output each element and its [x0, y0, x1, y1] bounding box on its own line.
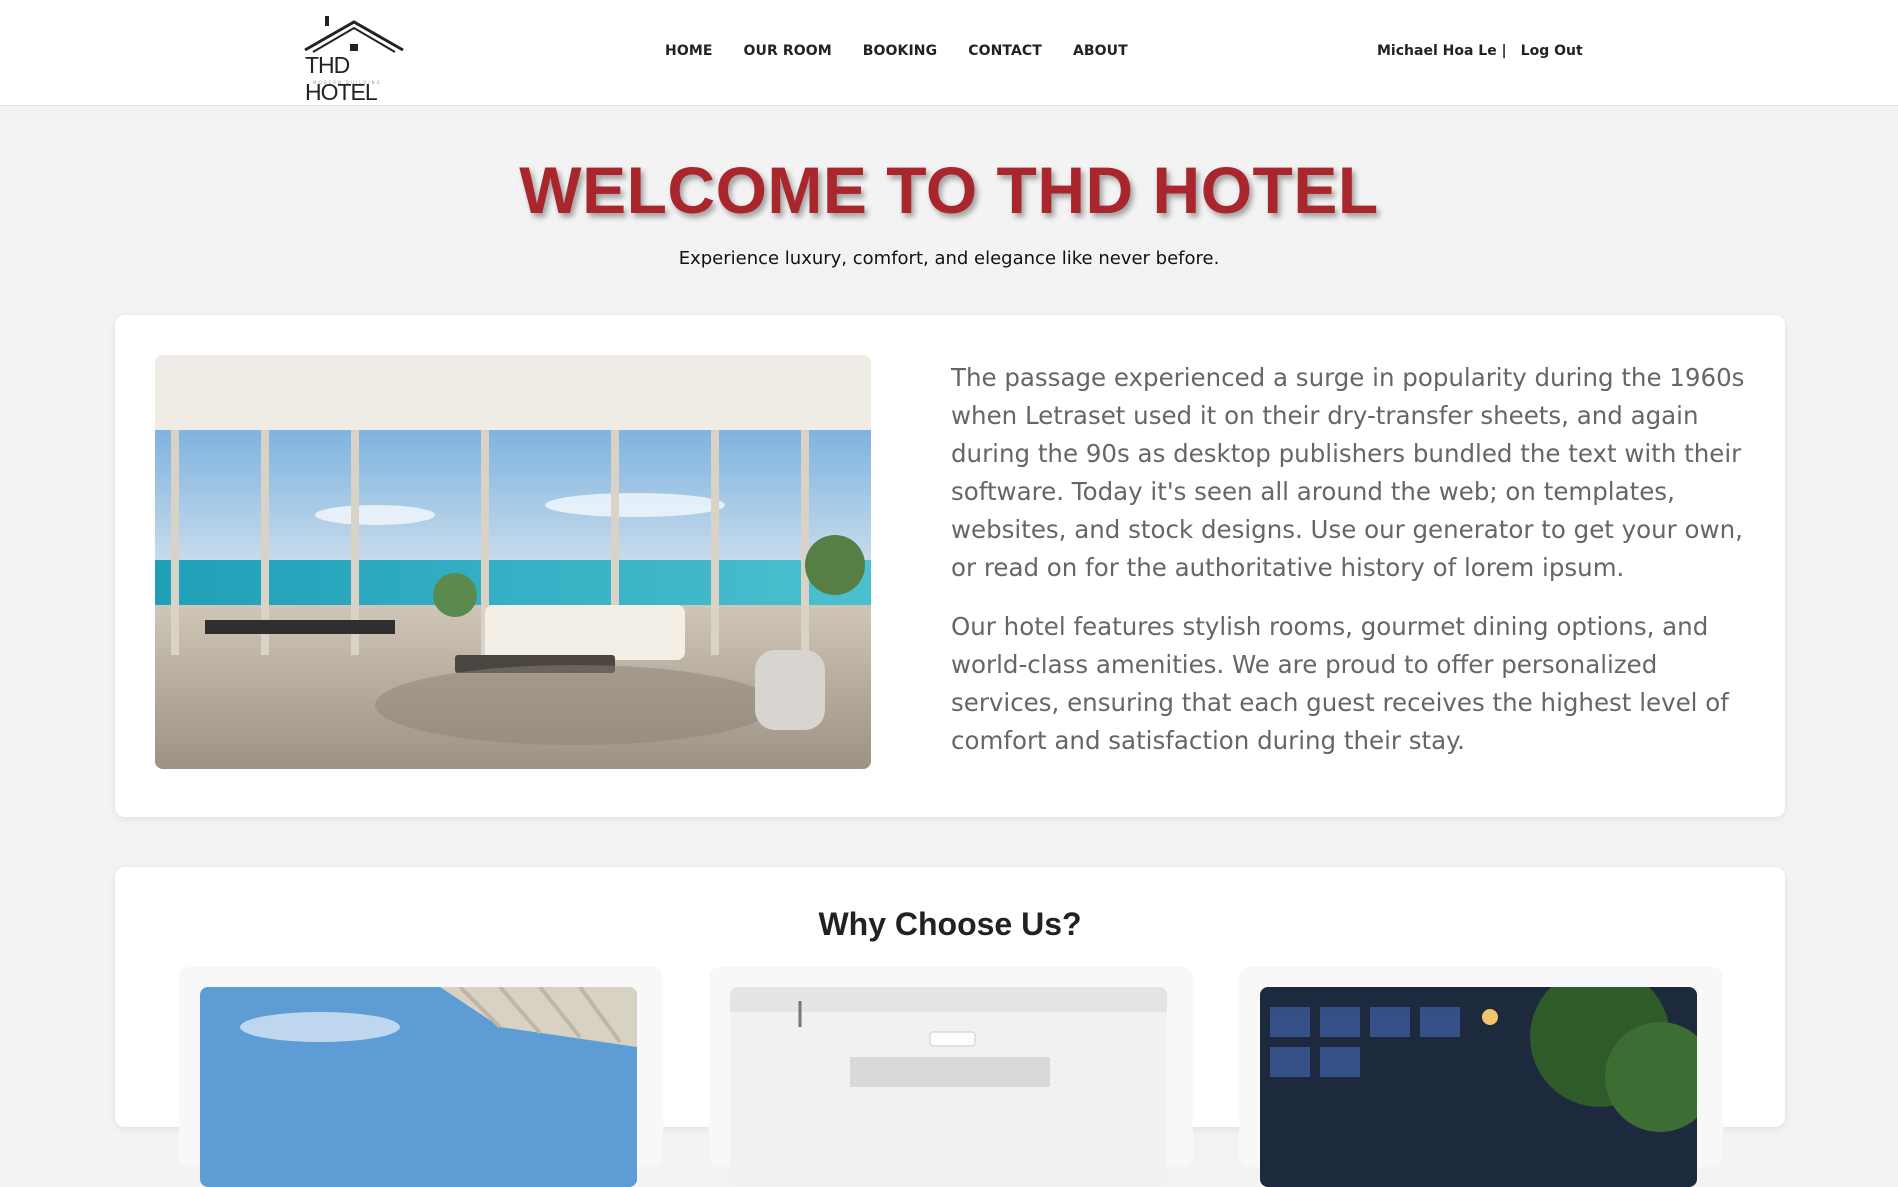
feature-card	[709, 967, 1193, 1187]
nav-about[interactable]: ABOUT	[1073, 43, 1128, 59]
hero-title: WELCOME TO THD HOTEL	[519, 153, 1379, 227]
why-title: Why Choose Us?	[818, 906, 1082, 942]
nav-contact[interactable]: CONTACT	[968, 43, 1042, 59]
site-header: THD HOTEL MODERN BUILDING HOME OUR ROOM …	[0, 0, 1898, 106]
hero-subtitle: Experience luxury, comfort, and elegance…	[678, 248, 1220, 269]
nav-home[interactable]: HOME	[665, 43, 713, 59]
logo-text: THD HOTEL	[305, 52, 378, 105]
nav-booking[interactable]: BOOKING	[863, 43, 937, 59]
intro-paragraph: Our hotel features stylish rooms, gourme…	[951, 612, 1729, 755]
why-choose-us-card: Why Choose Us?	[115, 867, 1785, 1187]
feature-card	[179, 967, 663, 1187]
feature-image-room	[730, 987, 1167, 1187]
intro-text: The passage experienced a surge in popul…	[951, 359, 1751, 781]
intro-card: The passage experienced a surge in popul…	[115, 315, 1785, 817]
feature-image-pool	[200, 987, 637, 1187]
user-area: Michael Hoa Le | Log Out	[1377, 43, 1583, 59]
user-name: Michael Hoa Le |	[1377, 43, 1507, 59]
hotel-suite-image	[155, 355, 871, 769]
logo-tagline: MODERN BUILDING	[313, 80, 382, 85]
nav-our-room[interactable]: OUR ROOM	[744, 43, 832, 59]
feature-image-exterior	[1260, 987, 1697, 1187]
feature-card	[1239, 967, 1723, 1187]
main-nav: HOME OUR ROOM BOOKING CONTACT ABOUT	[665, 43, 1159, 59]
logout-link[interactable]: Log Out	[1521, 43, 1583, 59]
hotel-logo[interactable]: THD HOTEL MODERN BUILDING	[303, 14, 409, 105]
intro-paragraph: The passage experienced a surge in popul…	[951, 363, 1745, 582]
